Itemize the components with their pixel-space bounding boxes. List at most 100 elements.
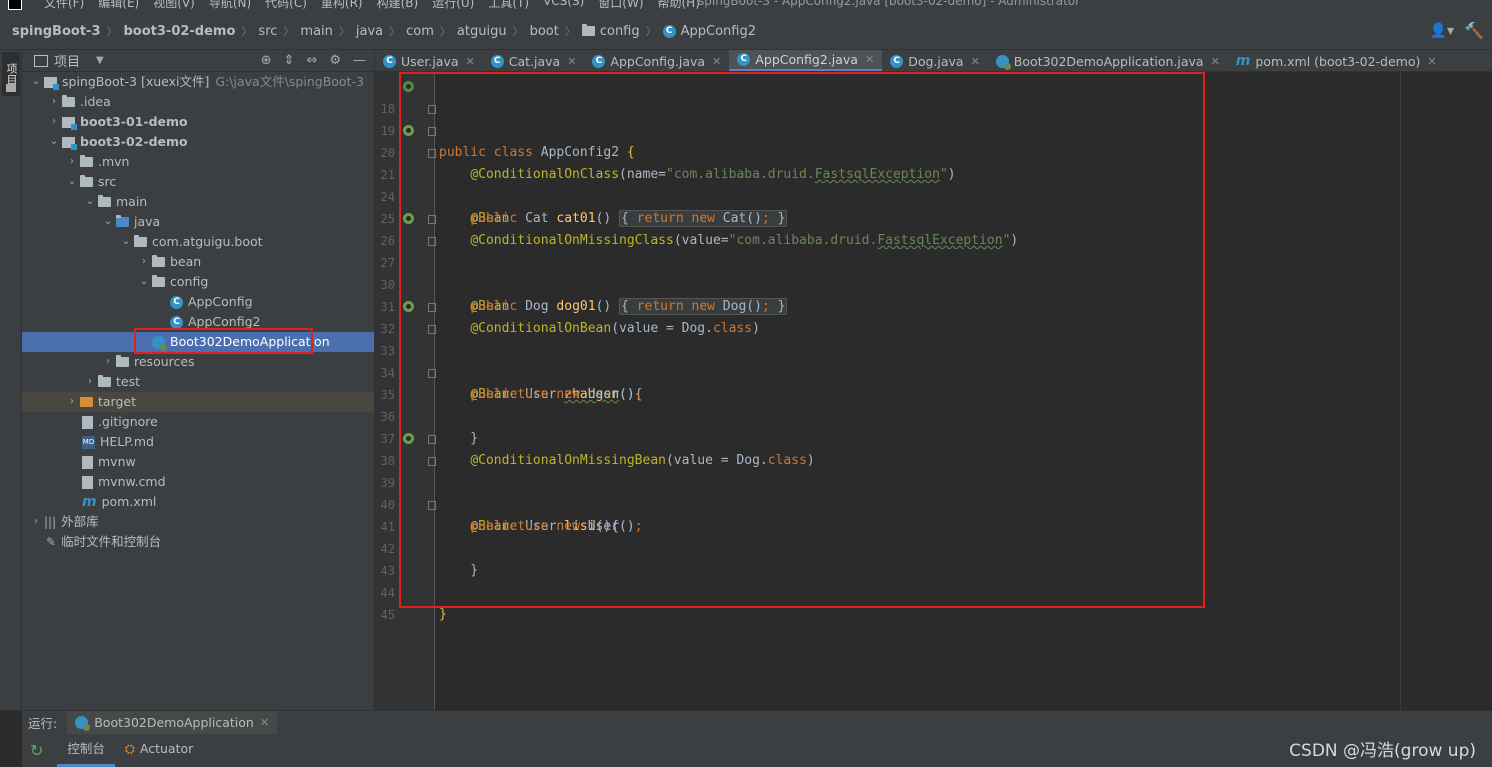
fold-marker-icon[interactable] [428, 237, 436, 246]
chevron-right-icon[interactable]: › [64, 392, 80, 412]
menu-vcs[interactable]: VCS(S) [543, 0, 584, 11]
fold-marker-icon[interactable] [428, 325, 436, 334]
chevron-down-icon[interactable]: ⌄ [100, 212, 116, 232]
chevron-right-icon[interactable]: › [28, 512, 44, 532]
tree-row-idea[interactable]: › .idea [22, 92, 374, 112]
tree-row-external-libs[interactable]: › ||| 外部库 [22, 512, 374, 532]
tree-row-main[interactable]: ⌄ main [22, 192, 374, 212]
tree-row-help[interactable]: MD HELP.md [22, 432, 374, 452]
chevron-right-icon[interactable]: › [136, 252, 152, 272]
tree-row-mvnw[interactable]: mvnw [22, 452, 374, 472]
tree-row-boot3-02[interactable]: ⌄ boot3-02-demo [22, 132, 374, 152]
project-tool-tab[interactable]: 项目 [2, 52, 20, 96]
close-icon[interactable]: ✕ [1427, 55, 1436, 68]
chevron-down-icon[interactable]: ⌄ [46, 132, 62, 152]
project-panel-title[interactable]: 项目 [54, 51, 80, 70]
tab-appconfig2[interactable]: C AppConfig2.java ✕ [729, 50, 883, 71]
spring-bean-gutter-icon[interactable] [403, 81, 414, 92]
tab-cat[interactable]: C Cat.java ✕ [483, 50, 585, 71]
crumb-config[interactable]: config [581, 24, 640, 39]
user-icon[interactable]: 👤▾ [1430, 23, 1454, 39]
menu-build[interactable]: 构建(B) [377, 0, 419, 11]
fold-marker-icon[interactable] [428, 105, 436, 114]
crumb-com[interactable]: com [406, 24, 434, 39]
fold-marker-icon[interactable] [428, 457, 436, 466]
tree-row-mvn[interactable]: › .mvn [22, 152, 374, 172]
tab-pom[interactable]: m pom.xml (boot3-02-demo) ✕ [1228, 50, 1445, 71]
fold-marker-icon[interactable] [428, 303, 436, 312]
close-icon[interactable]: ✕ [712, 55, 721, 68]
chevron-right-icon[interactable]: › [46, 112, 62, 132]
chevron-right-icon[interactable]: › [46, 92, 62, 112]
tab-console[interactable]: 控制台 [57, 734, 115, 767]
close-icon[interactable]: ✕ [971, 55, 980, 68]
tree-row-package[interactable]: ⌄ com.atguigu.boot [22, 232, 374, 252]
crumb-module[interactable]: boot3-02-demo [124, 24, 236, 39]
chevron-down-icon[interactable]: ▼ [96, 55, 104, 66]
spring-bean-gutter-icon[interactable] [403, 301, 414, 312]
fold-marker-icon[interactable] [428, 149, 436, 158]
crumb-main[interactable]: main [300, 24, 332, 39]
crumb-src[interactable]: src [258, 24, 277, 39]
code-editor[interactable]: 18 public class AppConfig2 { 19 @Conditi… [375, 72, 1492, 710]
chevron-down-icon[interactable]: ⌄ [28, 72, 44, 92]
tree-row-config[interactable]: ⌄ config [22, 272, 374, 292]
tree-row-pom[interactable]: m pom.xml [22, 492, 374, 512]
crumb-appconfig2[interactable]: C AppConfig2 [662, 24, 756, 39]
tree-row-resources[interactable]: › resources [22, 352, 374, 372]
tree-row-appconfig[interactable]: C AppConfig [22, 292, 374, 312]
tree-row-application[interactable]: Boot302DemoApplication [22, 332, 374, 352]
crumb-java[interactable]: java [356, 24, 383, 39]
tab-appconfig[interactable]: C AppConfig.java ✕ [584, 50, 729, 71]
spring-bean-gutter-icon[interactable] [403, 213, 414, 224]
fold-marker-icon[interactable] [428, 215, 436, 224]
tree-row-target[interactable]: › target [22, 392, 374, 412]
close-icon[interactable]: ✕ [260, 716, 269, 729]
spring-bean-gutter-icon[interactable] [403, 433, 414, 444]
menu-window[interactable]: 窗口(W) [598, 0, 643, 11]
crumb-project[interactable]: spingBoot-3 [12, 24, 101, 39]
chevron-right-icon[interactable]: › [64, 152, 80, 172]
menu-edit[interactable]: 编辑(E) [98, 0, 139, 11]
tab-dog[interactable]: C Dog.java ✕ [882, 50, 988, 71]
close-icon[interactable]: ✕ [567, 55, 576, 68]
hide-icon[interactable]: — [353, 53, 366, 68]
menu-help[interactable]: 帮助(H) [658, 0, 700, 11]
tab-application[interactable]: Boot302DemoApplication.java ✕ [988, 50, 1228, 71]
tree-row-scratches[interactable]: ✎ 临时文件和控制台 [22, 532, 374, 552]
menu-view[interactable]: 视图(V) [153, 0, 195, 11]
crumb-atguigu[interactable]: atguigu [457, 24, 507, 39]
close-icon[interactable]: ✕ [1211, 55, 1220, 68]
fold-marker-icon[interactable] [428, 127, 436, 136]
chevron-right-icon[interactable]: › [82, 372, 98, 392]
rerun-icon[interactable]: ↻ [30, 741, 43, 760]
menu-run[interactable]: 运行(U) [432, 0, 474, 11]
tree-row-root[interactable]: ⌄ spingBoot-3 [xuexi文件] G:\java文件\spingB… [22, 72, 374, 92]
tree-row-appconfig2[interactable]: C AppConfig2 [22, 312, 374, 332]
crumb-boot[interactable]: boot [530, 24, 559, 39]
tree-row-gitignore[interactable]: .gitignore [22, 412, 374, 432]
locate-icon[interactable]: ⊕ [261, 53, 272, 68]
chevron-down-icon[interactable]: ⌄ [136, 272, 152, 292]
chevron-down-icon[interactable]: ⌄ [64, 172, 80, 192]
menu-tools[interactable]: 工具(T) [488, 0, 529, 11]
tree-row-bean[interactable]: › bean [22, 252, 374, 272]
menu-code[interactable]: 代码(C) [265, 0, 307, 11]
chevron-down-icon[interactable]: ⌄ [118, 232, 134, 252]
menu-navigate[interactable]: 导航(N) [209, 0, 251, 11]
build-hammer-icon[interactable]: 🔨 [1464, 21, 1484, 40]
tree-row-src[interactable]: ⌄ src [22, 172, 374, 192]
tree-row-test[interactable]: › test [22, 372, 374, 392]
tree-row-mvnw-cmd[interactable]: mvnw.cmd [22, 472, 374, 492]
tab-actuator[interactable]: ⛭ Actuator [115, 734, 203, 767]
tab-user[interactable]: C User.java ✕ [375, 50, 483, 71]
chevron-down-icon[interactable]: ⌄ [82, 192, 98, 212]
fold-marker-icon[interactable] [428, 369, 436, 378]
chevron-right-icon[interactable]: › [100, 352, 116, 372]
tree-row-java[interactable]: ⌄ java [22, 212, 374, 232]
menu-file[interactable]: 文件(F) [44, 0, 84, 11]
fold-marker-icon[interactable] [428, 501, 436, 510]
spring-bean-gutter-icon[interactable] [403, 125, 414, 136]
expand-all-icon[interactable]: ⇕ [284, 53, 295, 68]
close-icon[interactable]: ✕ [466, 55, 475, 68]
